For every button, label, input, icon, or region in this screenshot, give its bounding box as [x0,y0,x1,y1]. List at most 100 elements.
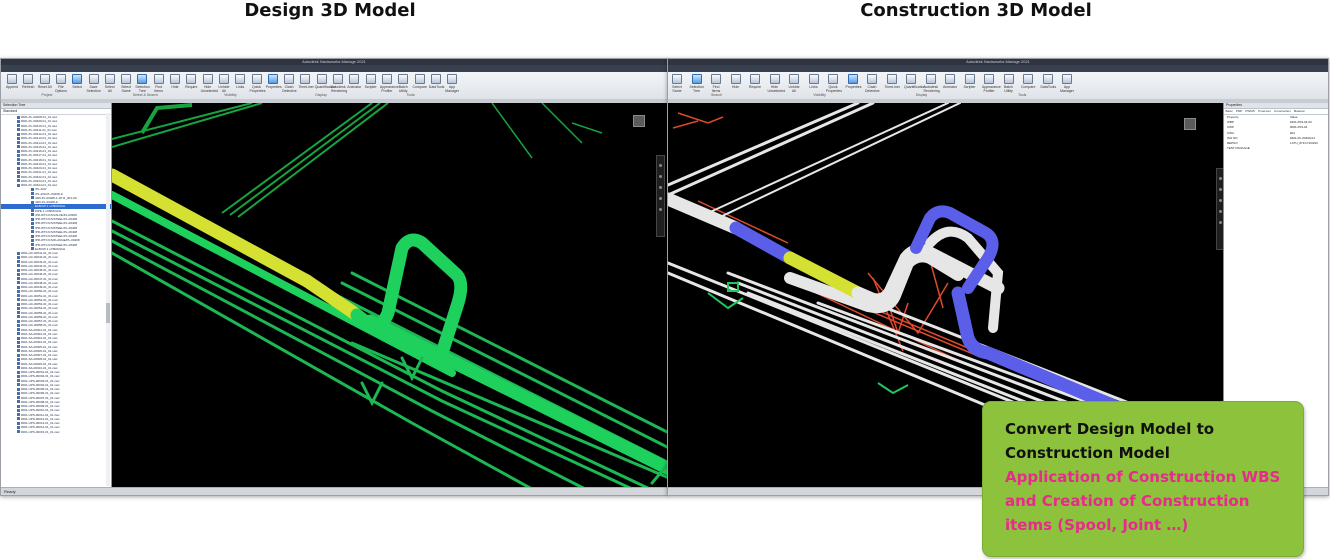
ribbon-button[interactable]: Quick Properties [250,74,265,93]
ribbon-button[interactable]: App Manager [445,74,459,93]
model-file-icon [17,417,20,421]
ribbon-button[interactable]: Reset All [38,74,52,89]
ribbon-button[interactable]: Quantification [904,74,925,89]
ribbon-button[interactable]: Hide Unselected [768,74,785,93]
ribbon-button[interactable]: Hide [729,74,743,89]
ribbon-button[interactable]: TimeLiner [298,74,314,89]
ribbon-button[interactable]: Animator [943,74,957,89]
properties-tab[interactable]: Material [1292,109,1306,113]
nav-button-icon[interactable] [1219,221,1222,224]
properties-tab[interactable]: Construction [1272,109,1292,113]
ribbon-button[interactable]: Hide [168,74,182,89]
ribbon-button[interactable]: App Manager [1060,74,1074,93]
ribbon-button[interactable]: Select [70,74,84,89]
ribbon-button[interactable]: Require [184,74,198,89]
nav-button-icon[interactable] [659,164,662,167]
properties-tab[interactable]: PWMS [1244,109,1256,113]
model-file-icon [17,319,20,323]
tree-item-label: #001-UPS-00015-01_01.nwc [21,429,60,434]
ribbon-button[interactable]: Select Same [670,74,684,93]
ribbon-button[interactable]: Autodesk Rendering [331,74,347,93]
properties-tab[interactable]: PMP [1234,109,1244,113]
ribbon-button[interactable]: Unhide All [787,74,801,93]
nav-button-icon[interactable] [659,197,662,200]
nav-button-icon[interactable] [1219,188,1222,191]
model-file-icon [17,149,20,153]
ribbon-button[interactable]: Compare [413,74,427,89]
ribbon-button[interactable]: Properties [266,74,282,89]
design-3d-viewport[interactable] [112,103,667,488]
ribbon-button-label: Quantification [904,85,926,89]
ribbon-button-icon [72,74,83,84]
properties-tab[interactable]: Basic [1224,109,1234,113]
ribbon-button[interactable]: Refresh [21,74,35,89]
viewcube[interactable] [1184,118,1196,130]
design-navigation-bar[interactable] [656,155,665,237]
ribbon-button[interactable]: Select Same [119,74,133,93]
ribbon-button[interactable]: Find Items [709,74,723,93]
model-file-icon [17,162,20,166]
model-file-icon [17,404,20,408]
nav-button-icon[interactable] [1219,199,1222,202]
ribbon-button[interactable]: Select All [103,74,117,93]
ribbon-button[interactable]: Appearance Profiler [982,74,1001,93]
nav-button-icon[interactable] [1219,177,1222,180]
ribbon-button-label: App Manager [445,85,459,93]
ribbon-button[interactable]: Selection Tree [690,74,704,93]
ribbon-button[interactable]: Selection Tree [135,74,150,93]
ribbon-button-icon [691,74,702,84]
model-file-icon [17,285,20,289]
ribbon-button[interactable]: Animator [347,74,361,89]
ribbon-button-label: Clash Detective [865,85,880,93]
ribbon-button-label: Require [748,85,762,89]
ribbon-button[interactable]: Append [5,74,19,89]
ribbon-button[interactable]: Clash Detective [865,74,880,93]
ribbon-button[interactable]: Save Selection [87,74,101,93]
ribbon-button[interactable]: Unhide All [217,74,231,93]
model-file-icon [17,183,20,187]
ribbon-button[interactable]: Quick Properties [826,74,842,93]
ribbon-button-icon [769,74,780,84]
model-file-icon [17,387,20,391]
ribbon-button[interactable]: TimeLiner [885,74,900,89]
ribbon-button[interactable]: Links [807,74,821,89]
ribbon-button-label: Animator [347,85,362,89]
ribbon-button[interactable]: Properties [845,74,862,89]
nav-button-icon[interactable] [659,186,662,189]
ribbon-button[interactable]: Appearance Profiler [380,74,399,93]
ribbon-button[interactable]: Hide Unselected [201,74,218,93]
ribbon-button[interactable]: Clash Detective [282,74,297,93]
ribbon-button-label: Reset All [37,85,52,89]
nav-button-icon[interactable] [1219,210,1222,213]
properties-tab[interactable]: TimeLiner [1256,109,1272,113]
ribbon-button-label: Selection Tree [135,85,150,93]
ribbon-button[interactable]: Links [233,74,247,89]
ribbon-group-label: Display [915,93,928,97]
ribbon-button[interactable]: Batch Utility [396,74,410,93]
ribbon-button[interactable]: DataTools [429,74,444,89]
ribbon-button[interactable]: File Options [54,74,68,93]
ribbon-button-icon [316,74,327,84]
ribbon-button-icon [730,74,741,84]
nav-button-icon[interactable] [659,208,662,211]
model-file-icon [17,272,20,276]
design-viewcube[interactable] [633,115,645,127]
nav-button-icon[interactable] [659,175,662,178]
ribbon-button[interactable]: Compare [1021,74,1035,89]
model-file-icon [31,226,34,230]
ribbon-button[interactable]: Scripter [963,74,977,89]
ribbon-button[interactable]: Require [748,74,762,89]
model-file-icon [31,192,34,196]
scrollbar-thumb[interactable] [106,303,110,323]
ribbon-button[interactable]: Find Items [152,74,166,93]
ribbon-button[interactable]: Quantification [315,74,336,89]
selection-tree-scrollbar[interactable] [106,113,110,486]
ribbon-button[interactable]: Autodesk Rendering [924,74,940,93]
ribbon-button-label: Properties [845,85,862,89]
ribbon-button[interactable]: DataTools [1041,74,1056,89]
ribbon-button-icon [137,74,148,84]
ribbon-button[interactable]: Batch Utility [1002,74,1016,93]
ribbon-button-label: Compare [1021,85,1036,89]
tree-item[interactable]: #001-UPS-00015-01_01.nwc [1,430,111,434]
ribbon-button[interactable]: Scripter [364,74,378,89]
